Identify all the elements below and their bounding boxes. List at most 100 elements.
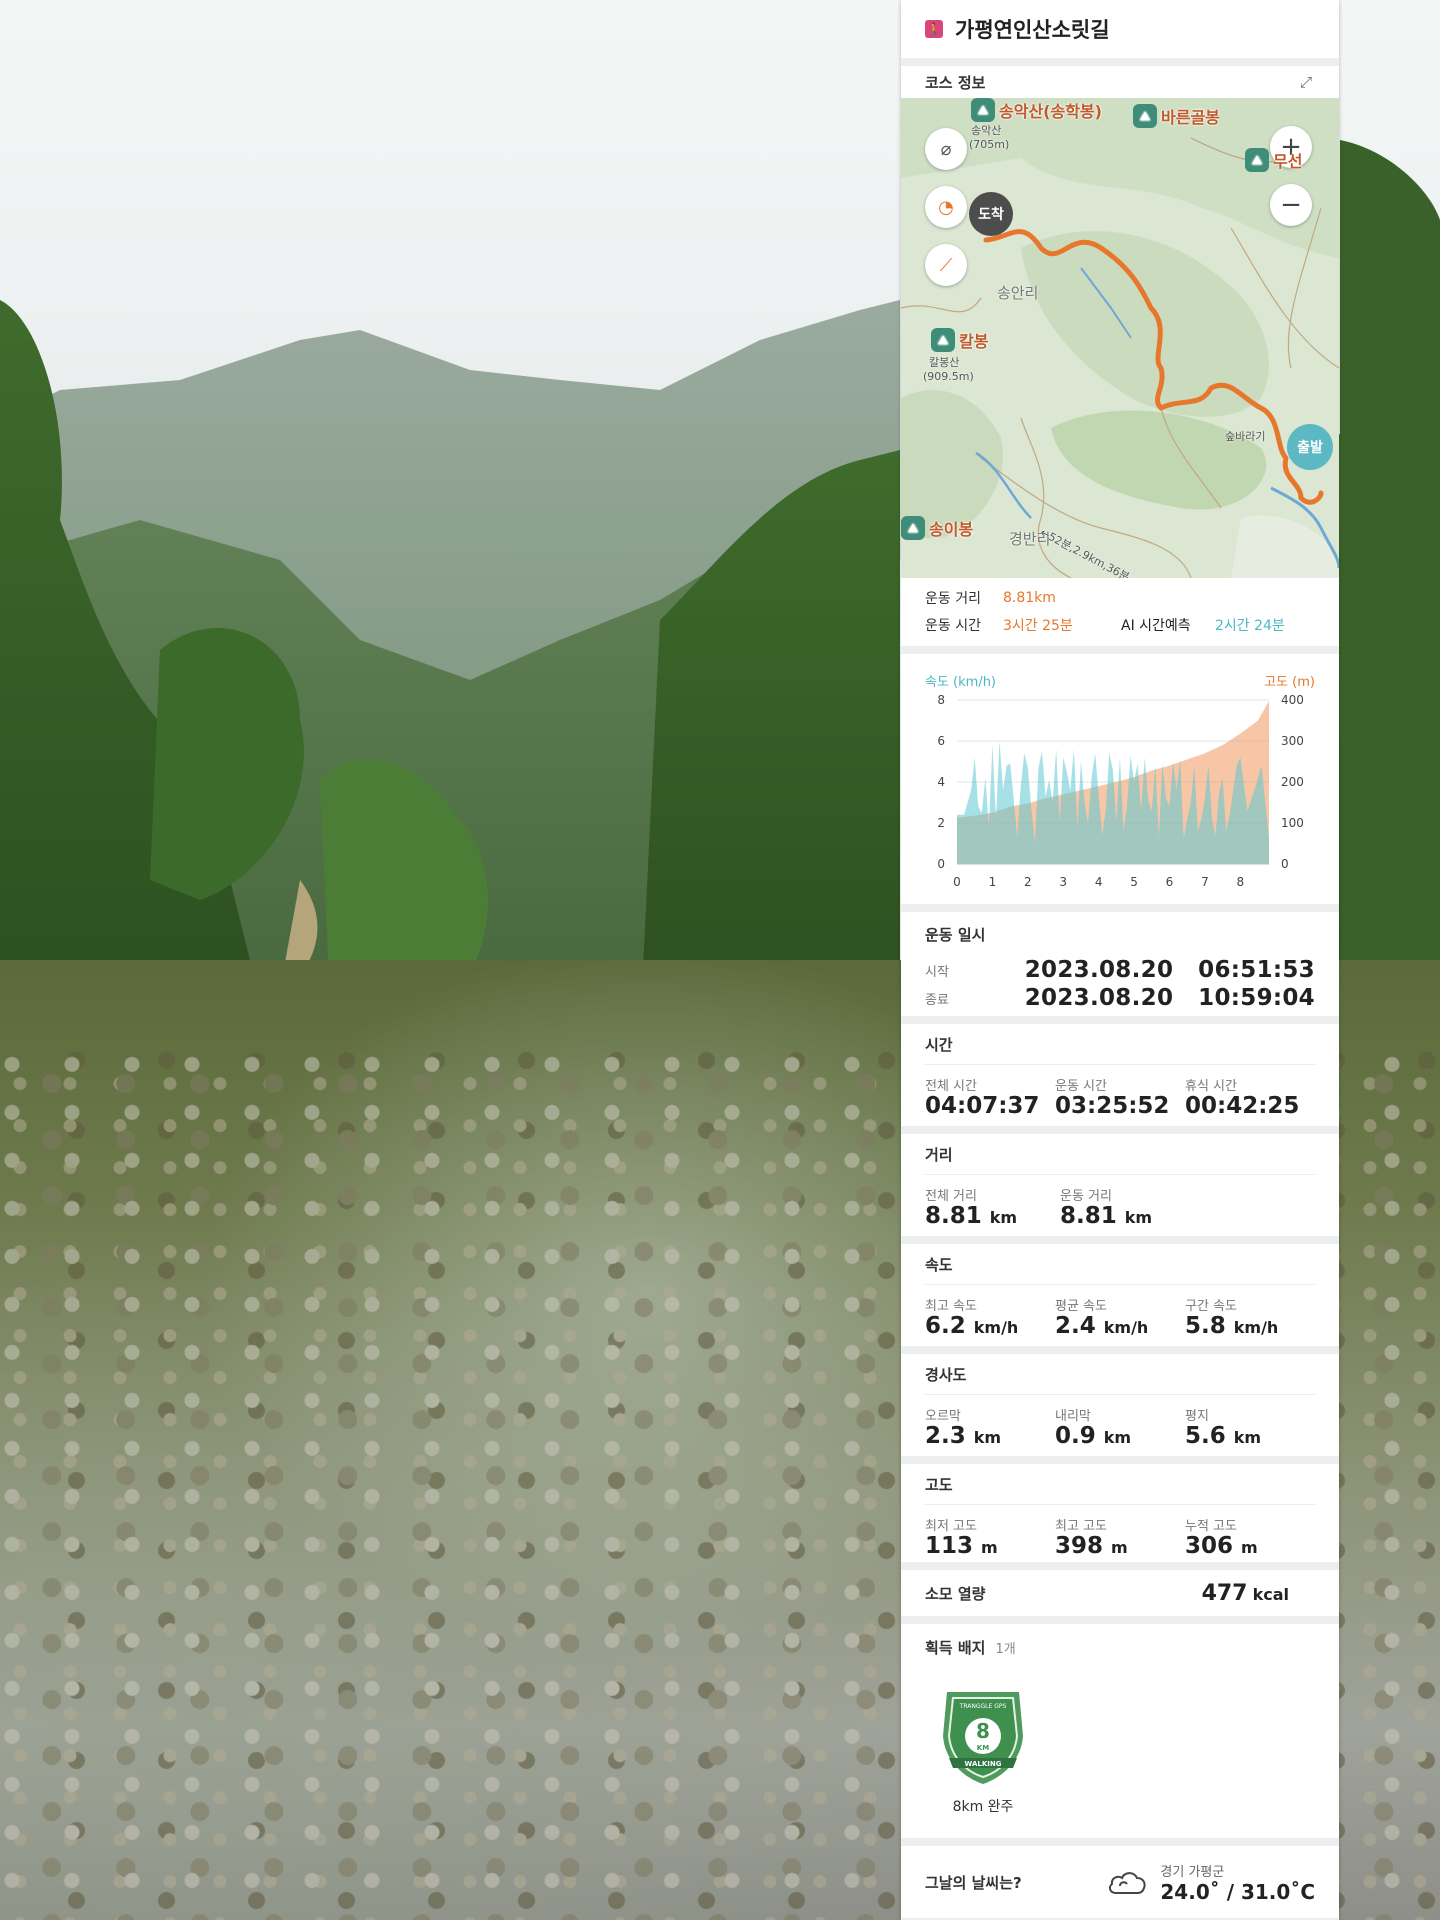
- chart-y-right-tick: 400: [1281, 693, 1304, 707]
- badge-number-unit: KM: [977, 1744, 989, 1752]
- map-label-songaksan-height: (705m): [969, 138, 1010, 151]
- calories-value: 477: [1201, 1580, 1248, 1606]
- stat-label: 전체 시간: [925, 1079, 977, 1094]
- peak-kalbong[interactable]: ⛰ 칼봉: [931, 328, 988, 352]
- chart-y-left-tick: 0: [937, 857, 945, 871]
- stat-unit: km/h: [1103, 1318, 1149, 1337]
- peak-songibong[interactable]: ⛰ 송이봉: [901, 516, 973, 540]
- start-datetime-row: 시작 2023.08.20 06:51:53: [925, 956, 1315, 984]
- badge-8km[interactable]: TRANGGLE GPS 8 KM WALKING 8km 완주: [935, 1686, 1031, 1816]
- stat-label: 전체 거리: [925, 1189, 977, 1204]
- flat: 평지 5.6 km: [1185, 1405, 1315, 1449]
- downhill: 내리막 0.9 km: [1055, 1405, 1185, 1449]
- badges-header: 획득 배지 1개: [925, 1624, 1315, 1670]
- stat-value: 00:42:25: [1185, 1093, 1300, 1119]
- rest-time: 휴식 시간 00:42:25: [1185, 1075, 1315, 1119]
- speed-header: 속도: [925, 1244, 1315, 1285]
- total-time: 전체 시간 04:07:37: [925, 1075, 1055, 1119]
- stat-label: 오르막: [925, 1409, 961, 1424]
- chart-x-tick: 2: [1024, 875, 1032, 889]
- stat-value: 113: [925, 1533, 974, 1559]
- slope-title: 경사도: [925, 1365, 967, 1384]
- start-label: 시작: [925, 964, 949, 980]
- max-speed: 최고 속도 6.2 km/h: [925, 1295, 1055, 1339]
- chart-right-axis-label: 고도 (m): [1264, 675, 1315, 690]
- chart-y-right-tick: 0: [1281, 857, 1289, 871]
- stat-unit: km/h: [1233, 1318, 1279, 1337]
- stat-label: 내리막: [1055, 1409, 1091, 1424]
- badges-section: 획득 배지 1개 TRANGGLE GPS 8 KM WALKING 8km 완…: [901, 1624, 1339, 1838]
- stat-value: 5.8: [1185, 1313, 1226, 1339]
- stat-label: 구간 속도: [1185, 1299, 1237, 1314]
- badge-label: 8km 완주: [952, 1799, 1014, 1815]
- chart-x-tick: 5: [1130, 875, 1138, 889]
- slope-section: 경사도 오르막 2.3 km 내리막 0.9 km 평지 5.6 km: [901, 1354, 1339, 1456]
- stat-label: 평균 속도: [1055, 1299, 1107, 1314]
- chart-x-tick: 3: [1059, 875, 1067, 889]
- expand-icon[interactable]: ⤢: [1297, 73, 1315, 91]
- end-datetime-row: 종료 2023.08.20 10:59:04: [925, 984, 1315, 1012]
- time-title: 시간: [925, 1035, 953, 1054]
- cloud-icon: [1109, 1872, 1146, 1894]
- stat-value: 2.4: [1055, 1313, 1096, 1339]
- time-stats: 전체 시간 04:07:37 운동 시간 03:25:52 휴식 시간 00:42:2…: [925, 1065, 1315, 1119]
- stat-label: 운동 시간: [1055, 1079, 1107, 1094]
- altitude-title: 고도: [925, 1475, 953, 1494]
- badges-title: 획득 배지: [925, 1638, 986, 1657]
- end-label: 종료: [925, 992, 949, 1008]
- record-panel: 🚶 가평연인산소릿길 코스 정보 ⤢ ⌀ ◔ ⟋ + − 도착 출발 ⛰ 송악산…: [901, 0, 1339, 1920]
- avg-speed: 평균 속도 2.4 km/h: [1055, 1295, 1185, 1339]
- chart-canvas: 속도 (km/h) 고도 (m) 0 2 4 6 8 0 100 200 300 400 0 1 2 3 4 5 6…: [925, 675, 1315, 889]
- stat-label: 운동 거리: [1060, 1189, 1112, 1204]
- stat-label: 최고 고도: [1055, 1519, 1107, 1534]
- course-info-title: 코스 정보: [925, 73, 986, 92]
- calories-unit: kcal: [1252, 1584, 1289, 1604]
- mountain-icon: ⛰: [1245, 148, 1269, 172]
- badges-count: 1개: [995, 1641, 1016, 1657]
- chart-y-right-tick: 200: [1281, 775, 1304, 789]
- stat-unit: m: [981, 1538, 998, 1557]
- peak-songaksan[interactable]: ⛰ 송악산(송학봉): [971, 98, 1102, 122]
- course-info-section: 코스 정보 ⤢ ⌀ ◔ ⟋ + − 도착 출발 ⛰ 송악산(송학봉) ⛰ 바른골…: [901, 66, 1339, 646]
- stat-label: 휴식 시간: [1185, 1079, 1237, 1094]
- summary-time-row: 운동 시간 3시간 25분 AI 시간예측 2시간 24분: [925, 611, 1315, 638]
- stat-label: 최저 고도: [925, 1519, 977, 1534]
- peak-museon[interactable]: ⛰ 무선: [1245, 148, 1302, 172]
- route-toggle-button[interactable]: ⌀: [925, 128, 967, 170]
- weather-question: 그날의 날씨는?: [925, 1873, 1022, 1892]
- min-altitude: 최저 고도 113 m: [925, 1515, 1055, 1559]
- badge-top-text: TRANGGLE GPS: [959, 1703, 1007, 1710]
- start-pin[interactable]: 출발: [1287, 424, 1333, 470]
- end-pin[interactable]: 도착: [969, 192, 1013, 236]
- peak-bareungolbong[interactable]: ⛰ 바른골봉: [1133, 104, 1220, 128]
- badge-ribbon-text: WALKING: [965, 1760, 1002, 1768]
- stat-value: 306: [1185, 1533, 1234, 1559]
- route-map[interactable]: ⌀ ◔ ⟋ + − 도착 출발 ⛰ 송악산(송학봉) ⛰ 바른골봉 ⛰ 무선 ⛰ 칼봉 …: [901, 98, 1339, 578]
- stat-unit: km: [1233, 1428, 1262, 1447]
- distance-title: 거리: [925, 1145, 953, 1164]
- distance-header: 거리: [925, 1134, 1315, 1175]
- mountain-icon: ⛰: [971, 98, 995, 122]
- stat-value: 5.6: [1185, 1423, 1226, 1449]
- slope-button[interactable]: ⟋: [925, 244, 967, 286]
- stat-unit: m: [1241, 1538, 1258, 1557]
- speed-section: 속도 최고 속도 6.2 km/h 평균 속도 2.4 km/h 구간 속도 5.8 …: [901, 1244, 1339, 1346]
- calories-section: 소모 열량 477 kcal: [901, 1570, 1339, 1616]
- stat-value: 04:07:37: [925, 1093, 1040, 1119]
- distance-section: 거리 전체 거리 8.81 km 운동 거리 8.81 km: [901, 1134, 1339, 1236]
- badge-number: 8: [976, 1719, 990, 1743]
- course-title: 가평연인산소릿길: [955, 18, 1110, 42]
- speed-stats: 최고 속도 6.2 km/h 평균 속도 2.4 km/h 구간 속도 5.8 km/…: [925, 1285, 1315, 1339]
- peak-label: 송악산(송학봉): [999, 102, 1102, 121]
- walking-icon: 🚶: [925, 20, 943, 38]
- map-label-songaksan: 송악산: [971, 124, 1002, 137]
- course-info-header: 코스 정보 ⤢: [901, 66, 1339, 98]
- stat-unit: km: [1124, 1208, 1153, 1227]
- zoom-out-button[interactable]: −: [1270, 184, 1312, 226]
- speed-gauge-button[interactable]: ◔: [925, 186, 967, 228]
- chart-x-tick: 6: [1166, 875, 1174, 889]
- summary-time-value: 3시간 25분: [1003, 617, 1073, 634]
- peak-label: 칼봉: [959, 332, 989, 351]
- chart-y-left-tick: 4: [937, 775, 945, 789]
- start-datetime: 2023.08.20 06:51:53: [1024, 957, 1315, 983]
